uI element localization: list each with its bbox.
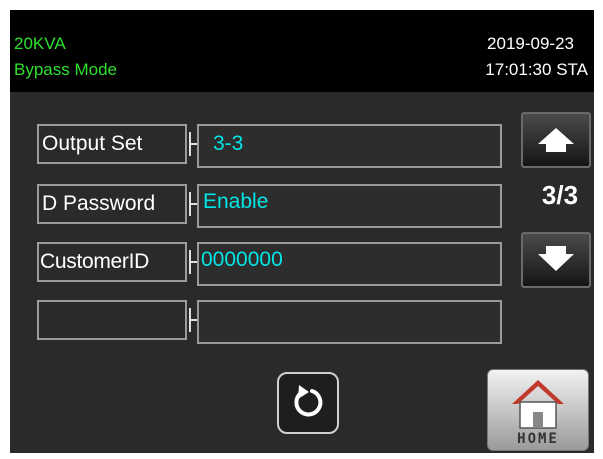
d-password-value[interactable]: Enable bbox=[197, 184, 502, 228]
arrow-down-icon bbox=[538, 246, 574, 271]
refresh-icon bbox=[294, 385, 323, 417]
model-label: 20KVA bbox=[14, 34, 66, 53]
page-up-button[interactable] bbox=[521, 112, 591, 168]
page-indicator: 3/3 bbox=[541, 180, 579, 210]
empty-value[interactable] bbox=[197, 300, 502, 344]
customer-id-value[interactable]: 0000000 bbox=[197, 242, 502, 286]
connector bbox=[189, 261, 197, 263]
time-status-label: 17:01:30 STA bbox=[485, 60, 588, 79]
setting-label: D Password bbox=[37, 184, 187, 224]
page-down-button[interactable] bbox=[521, 232, 591, 288]
output-set-value[interactable]: 3-3 bbox=[197, 124, 502, 168]
connector bbox=[189, 203, 197, 205]
setting-label: CustomerID bbox=[37, 242, 187, 282]
status-header: 20KVA Bypass Mode 2019-09-23 17:01:30 ST… bbox=[10, 10, 594, 92]
home-button[interactable]: HOME bbox=[487, 369, 589, 451]
connector bbox=[189, 319, 197, 321]
home-label: HOME bbox=[517, 431, 559, 447]
home-icon bbox=[512, 380, 564, 429]
mode-label: Bypass Mode bbox=[14, 60, 117, 79]
connector bbox=[189, 143, 197, 145]
arrow-up-icon bbox=[538, 128, 574, 152]
refresh-button[interactable] bbox=[277, 372, 339, 434]
date-label: 2019-09-23 bbox=[487, 34, 574, 53]
setting-label bbox=[37, 300, 187, 340]
ups-screen: 20KVA Bypass Mode 2019-09-23 17:01:30 ST… bbox=[10, 10, 594, 453]
setting-label: Output Set bbox=[37, 124, 187, 164]
